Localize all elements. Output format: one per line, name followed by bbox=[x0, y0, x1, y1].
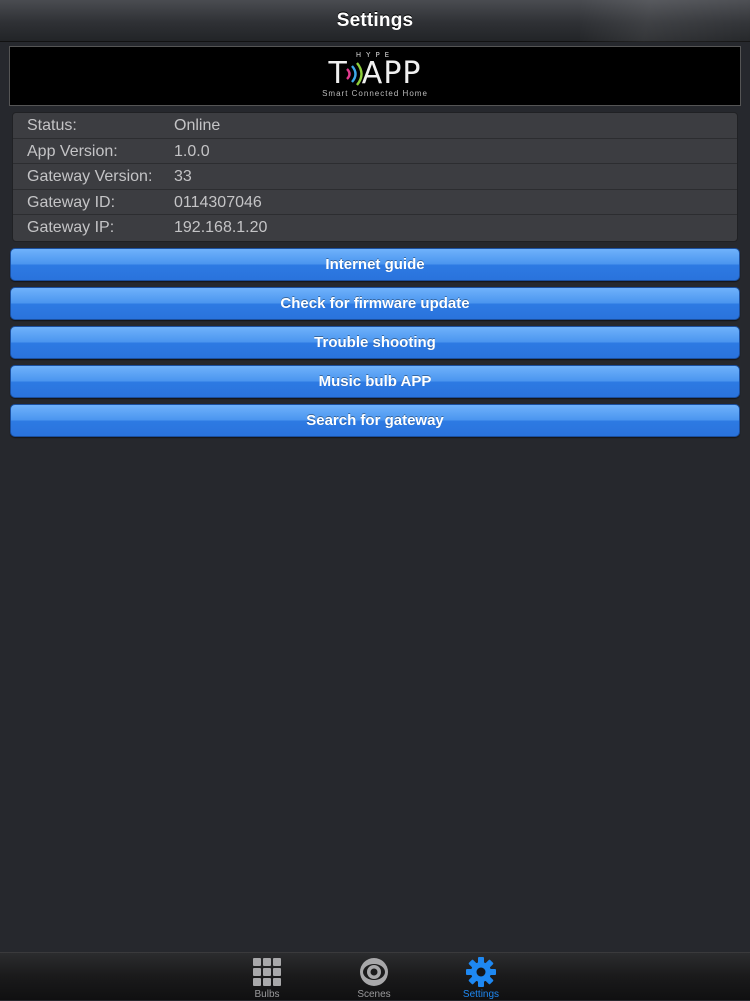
logo-wordmark: T APP bbox=[328, 59, 421, 89]
scenes-eye-icon bbox=[360, 958, 388, 986]
info-row-gateway-version: Gateway Version: 33 bbox=[13, 164, 737, 190]
music-bulb-app-button[interactable]: Music bulb APP bbox=[10, 365, 740, 398]
info-value: 0114307046 bbox=[174, 193, 262, 211]
info-value: 1.0.0 bbox=[174, 142, 210, 160]
tab-label: Settings bbox=[462, 989, 500, 1000]
tab-bar: Bulbs Scenes Settings bbox=[0, 952, 750, 1000]
info-row-gateway-id: Gateway ID: 0114307046 bbox=[13, 190, 737, 216]
info-row-app-version: App Version: 1.0.0 bbox=[13, 139, 737, 165]
info-label: Gateway ID: bbox=[27, 193, 116, 211]
tab-label: Scenes bbox=[357, 989, 391, 1000]
page-title: Settings bbox=[336, 10, 414, 31]
wifi-wave-icon bbox=[345, 62, 363, 86]
brand-banner: HYPE T APP Smart Connected Home bbox=[9, 46, 741, 106]
info-label: Gateway Version: bbox=[27, 168, 153, 186]
tab-label: Bulbs bbox=[254, 989, 280, 1000]
gateway-info-panel: Status: Online App Version: 1.0.0 Gatewa… bbox=[12, 112, 738, 242]
info-value: 33 bbox=[174, 168, 192, 186]
tab-settings[interactable]: Settings bbox=[451, 953, 511, 1001]
grid-icon bbox=[253, 958, 281, 986]
navigation-bar: Settings bbox=[0, 0, 750, 42]
gear-icon bbox=[466, 957, 496, 987]
info-label: Status: bbox=[27, 117, 77, 134]
check-firmware-update-button[interactable]: Check for firmware update bbox=[10, 287, 740, 320]
internet-guide-button[interactable]: Internet guide bbox=[10, 248, 740, 281]
tab-scenes[interactable]: Scenes bbox=[344, 953, 404, 1001]
info-row-status: Status: Online bbox=[13, 113, 737, 139]
tab-bulbs[interactable]: Bulbs bbox=[237, 953, 297, 1001]
info-value: 192.168.1.20 bbox=[174, 219, 268, 237]
info-row-gateway-ip: Gateway IP: 192.168.1.20 bbox=[13, 215, 737, 241]
logo-letters-app: APP bbox=[361, 56, 422, 91]
info-value: Online bbox=[174, 117, 221, 134]
trouble-shooting-button[interactable]: Trouble shooting bbox=[10, 326, 740, 359]
logo-tagline: Smart Connected Home bbox=[322, 89, 428, 98]
search-for-gateway-button[interactable]: Search for gateway bbox=[10, 404, 740, 437]
info-label: Gateway IP: bbox=[27, 219, 115, 237]
info-label: App Version: bbox=[27, 142, 118, 160]
brand-logo: HYPE T APP Smart Connected Home bbox=[10, 51, 740, 99]
